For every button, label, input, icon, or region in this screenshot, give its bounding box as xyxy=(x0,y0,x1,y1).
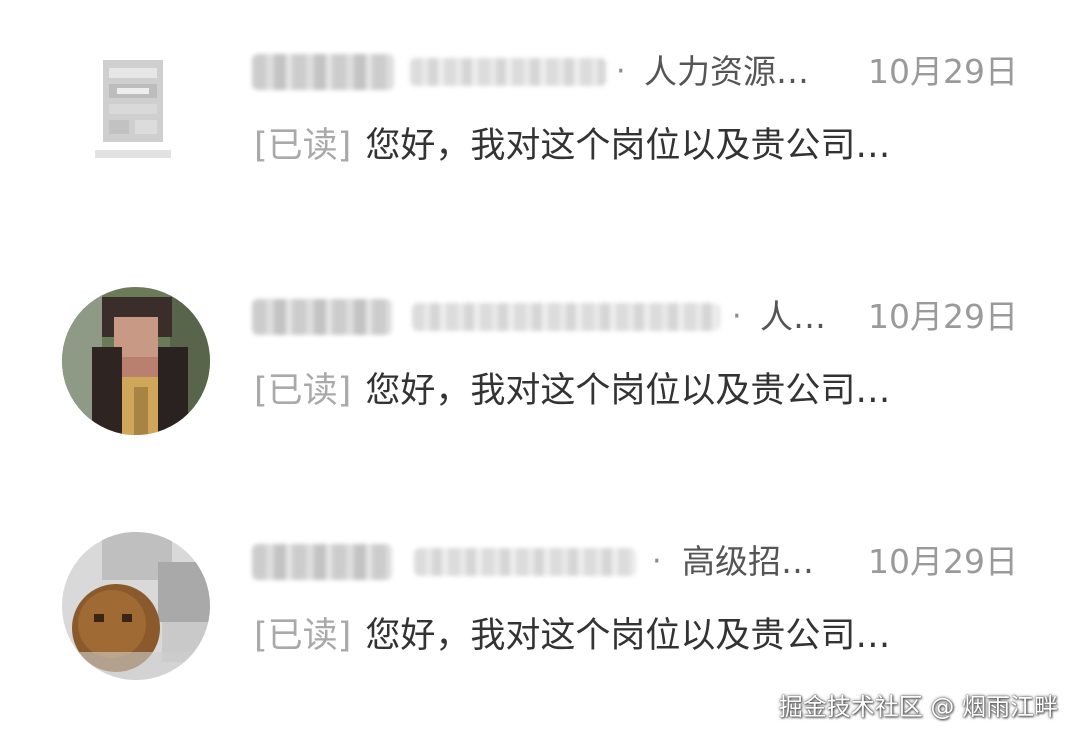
chat-list-item[interactable]: · 人… 10月29日 [已读] 您好，我对这个岗位以及贵公司… xyxy=(0,245,1080,445)
blurred-company-name xyxy=(414,548,636,576)
message-preview-row: [已读] 您好，我对这个岗位以及贵公司… xyxy=(254,365,1034,417)
blurred-company-name xyxy=(410,58,606,86)
blurred-contact-name xyxy=(252,544,392,580)
blurred-contact-name xyxy=(252,299,392,335)
chat-list-item[interactable]: · 高级招… 10月29日 [已读] 您好，我对这个岗位以及贵公司… xyxy=(0,490,1080,690)
message-preview-row: [已读] 您好，我对这个岗位以及贵公司… xyxy=(254,120,1034,172)
message-preview-text: 您好，我对这个岗位以及贵公司… xyxy=(365,126,891,166)
job-role-label: 人… xyxy=(760,297,826,336)
job-role-label: 高级招… xyxy=(682,542,814,581)
contact-avatar xyxy=(62,287,210,435)
read-status-tag: [已读] xyxy=(254,371,352,411)
blurred-company-name xyxy=(412,303,720,331)
watermark-text: 掘金技术社区 @ 烟雨江畔 xyxy=(778,693,1058,721)
message-date: 10月29日 xyxy=(868,542,1018,581)
message-date: 10月29日 xyxy=(868,297,1018,336)
chat-list-item[interactable]: · 人力资源… 10月29日 [已读] 您好，我对这个岗位以及贵公司… xyxy=(0,0,1080,200)
separator-dot: · xyxy=(652,544,662,579)
separator-dot: · xyxy=(616,54,626,89)
message-preview-text: 您好，我对这个岗位以及贵公司… xyxy=(365,616,891,656)
separator-dot: · xyxy=(732,299,742,334)
chat-header-row: · 高级招… 10月29日 xyxy=(252,538,1018,586)
job-role-label: 人力资源… xyxy=(644,52,809,91)
chat-list-screen: · 人力资源… 10月29日 [已读] 您好，我对这个岗位以及贵公司… · 人… xyxy=(0,0,1080,742)
chat-header-row: · 人力资源… 10月29日 xyxy=(252,48,1018,96)
message-date: 10月29日 xyxy=(868,52,1018,91)
chat-header-row: · 人… 10月29日 xyxy=(252,293,1018,341)
contact-avatar xyxy=(62,532,210,680)
read-status-tag: [已读] xyxy=(254,126,352,166)
blurred-contact-name xyxy=(252,54,394,90)
document-avatar-icon xyxy=(95,60,171,158)
read-status-tag: [已读] xyxy=(254,616,352,656)
message-preview-row: [已读] 您好，我对这个岗位以及贵公司… xyxy=(254,610,1034,662)
message-preview-text: 您好，我对这个岗位以及贵公司… xyxy=(365,371,891,411)
